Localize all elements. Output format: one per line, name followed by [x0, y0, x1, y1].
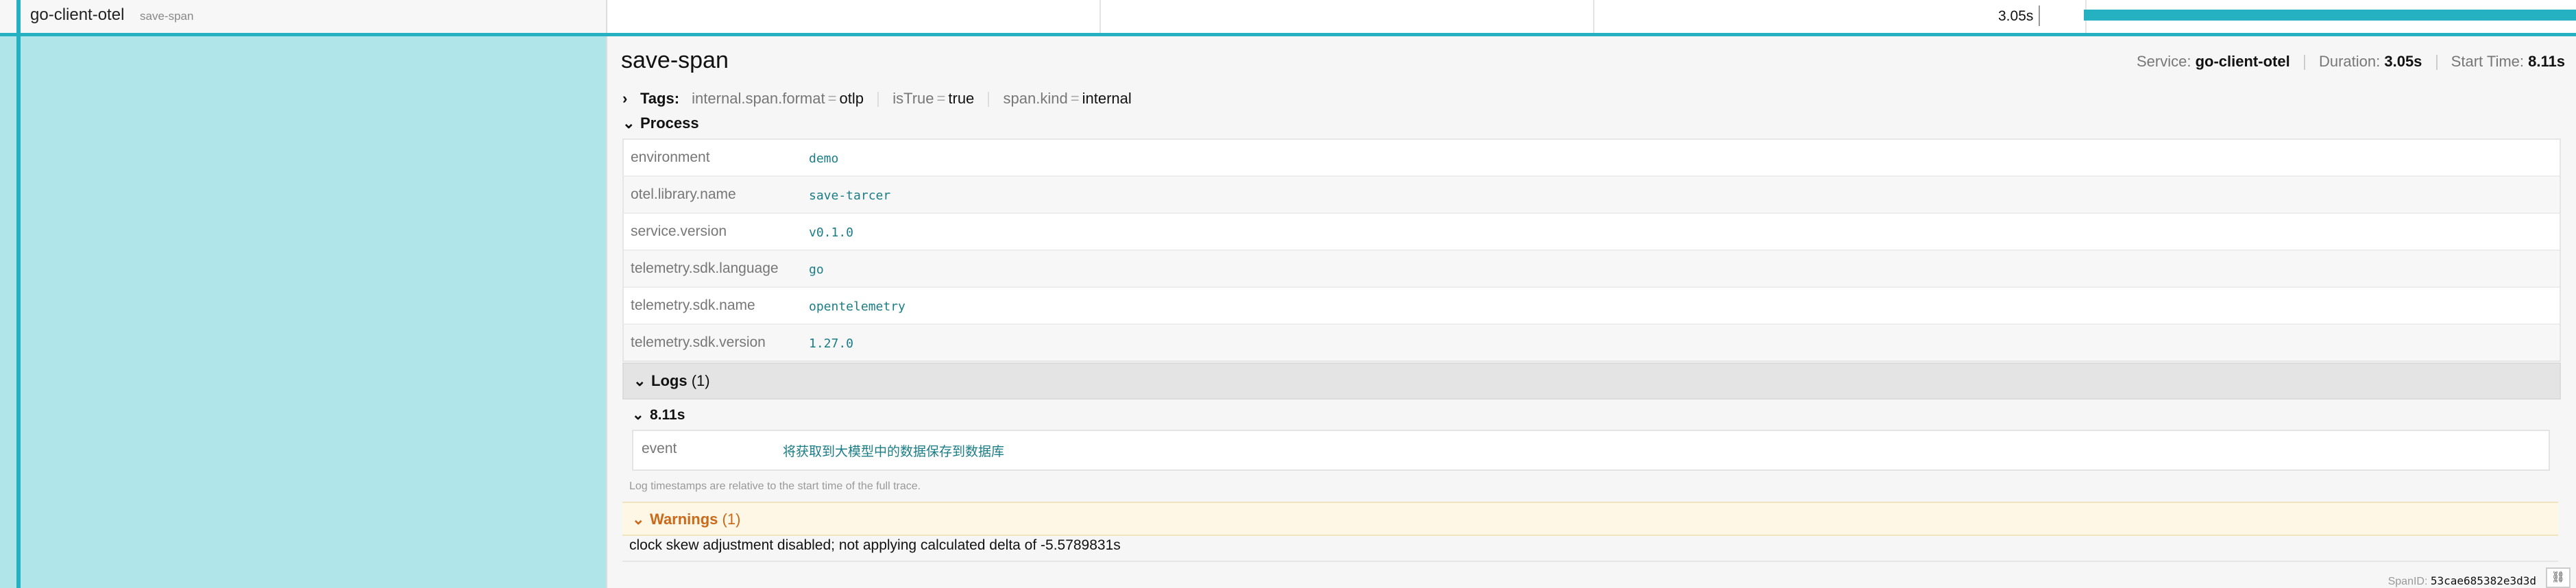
span-id: SpanID: 53cae685382e3d3d [2387, 574, 2536, 587]
chevron-down-icon: ⌄ [632, 407, 644, 423]
span-id-value: 53cae685382e3d3d [2430, 574, 2536, 587]
divider [877, 92, 879, 108]
timeline-tick [1593, 0, 1594, 33]
process-row: service.version v0.1.0 [624, 214, 2560, 251]
divider [988, 92, 990, 108]
tags-label: Tags: [640, 90, 680, 107]
log-entry: event 将获取到大模型中的数据保存到数据库 [632, 430, 2550, 471]
logs-toggle[interactable]: ⌄ Logs (1) [622, 363, 2561, 400]
span-operation-name: save-span [140, 10, 194, 23]
span-duration-label: 3.05s [1998, 8, 2034, 24]
log-timestamp: 8.11s [650, 407, 685, 423]
chevron-right-icon: › [622, 90, 628, 107]
warnings-count: (1) [722, 511, 741, 528]
process-row: telemetry.sdk.language go [624, 251, 2560, 288]
tag-item: span.kind = internal [1003, 90, 1132, 107]
process-row: telemetry.sdk.name opentelemetry [624, 288, 2560, 325]
logs-count: (1) [691, 372, 710, 389]
span-name-column [0, 36, 607, 588]
divider [2435, 55, 2438, 71]
log-key: event [642, 441, 677, 456]
start-time-value: 8.11s [2528, 53, 2565, 70]
process-label: Process [640, 114, 699, 132]
service-color-accent [16, 0, 21, 33]
divider [2303, 55, 2305, 71]
timeline-tick [1099, 0, 1101, 33]
span-overview: Service: go-client-otel Duration: 3.05s … [2137, 53, 2565, 71]
chevron-down-icon: ⌄ [622, 114, 635, 132]
service-color-accent [16, 36, 21, 588]
span-detail-panel: save-span Service: go-client-otel Durati… [607, 36, 2576, 588]
chevron-down-icon: ⌄ [633, 372, 646, 389]
span-title: save-span [621, 47, 729, 73]
span-row[interactable]: go-client-otel save-span 3.05s [0, 0, 2576, 36]
process-row: otel.library.name save-tarcer [624, 177, 2560, 214]
warnings-label: Warnings [650, 511, 718, 528]
logs-label: Logs [651, 372, 688, 389]
service-label: Service: [2136, 53, 2191, 70]
log-value: 将获取到大模型中的数据保存到数据库 [783, 444, 1005, 459]
tag-item: internal.span.format = otlp [692, 90, 864, 107]
start-time-label: Start Time: [2451, 53, 2525, 70]
process-toggle[interactable]: ⌄ Process [622, 114, 699, 132]
log-note: Log timestamps are relative to the start… [629, 480, 921, 492]
span-service-name: go-client-otel [30, 5, 125, 24]
span-bar-start-marker [2039, 5, 2040, 26]
span-row-label[interactable]: go-client-otel save-span [0, 0, 607, 33]
warnings-toggle[interactable]: ⌄ Warnings (1) [622, 502, 2558, 536]
tags-toggle[interactable]: › Tags: internal.span.format = otlp isTrue =… [622, 90, 1132, 108]
link-icon[interactable]: ⛓ [2546, 567, 2571, 588]
process-row: environment demo [624, 140, 2560, 177]
chevron-down-icon: ⌄ [632, 511, 645, 528]
process-table: environment demo otel.library.name save-ta… [622, 138, 2561, 362]
log-entry-toggle[interactable]: ⌄ 8.11s [632, 406, 685, 424]
divider [622, 561, 2558, 562]
duration-value: 3.05s [2384, 53, 2422, 70]
span-duration-bar[interactable] [2084, 10, 2576, 21]
duration-label: Duration: [2318, 53, 2381, 70]
service-value: go-client-otel [2195, 53, 2290, 70]
warning-message: clock skew adjustment disabled; not appl… [629, 537, 1121, 553]
tag-item: isTrue = true [892, 90, 975, 107]
process-row: telemetry.sdk.version 1.27.0 [624, 325, 2560, 360]
